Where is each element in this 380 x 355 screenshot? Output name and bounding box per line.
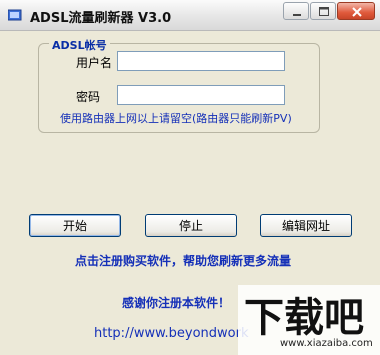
username-input[interactable] (117, 51, 285, 71)
start-button[interactable]: 开始 (29, 214, 121, 237)
close-icon (352, 7, 362, 17)
website-link[interactable]: http://www.beyondwork (94, 326, 249, 341)
close-button[interactable] (337, 2, 375, 20)
username-label: 用户名 (76, 56, 113, 70)
stop-button[interactable]: 停止 (145, 214, 237, 237)
password-label: 密码 (76, 90, 101, 104)
router-hint: 使用路由器上网以上请留空(路由器只能刷新PV) (60, 112, 292, 125)
account-group-title: ADSL帐号 (49, 37, 110, 53)
main-window: ADSL流量刷新器 V3.0 ADSL帐号 用户名 密码 使用路由器上网以上请留… (0, 0, 380, 355)
password-input[interactable] (117, 85, 285, 105)
minimize-button[interactable] (283, 2, 309, 20)
window-title: ADSL流量刷新器 V3.0 (30, 11, 172, 26)
app-icon (8, 9, 22, 21)
maximize-icon (319, 7, 329, 16)
minimize-icon (293, 14, 301, 16)
svg-text:下载吧: 下载吧 (244, 295, 364, 341)
thanks-text: 感谢你注册本软件！ (122, 296, 231, 310)
title-bar[interactable]: ADSL流量刷新器 V3.0 (0, 0, 380, 31)
watermark-url: www.xiazaiba.com (280, 338, 373, 349)
register-promo-link[interactable]: 点击注册购买软件，帮助您刷新更多流量 (75, 252, 291, 269)
maximize-button[interactable] (310, 2, 336, 20)
edit-url-button[interactable]: 编辑网址 (260, 214, 352, 237)
